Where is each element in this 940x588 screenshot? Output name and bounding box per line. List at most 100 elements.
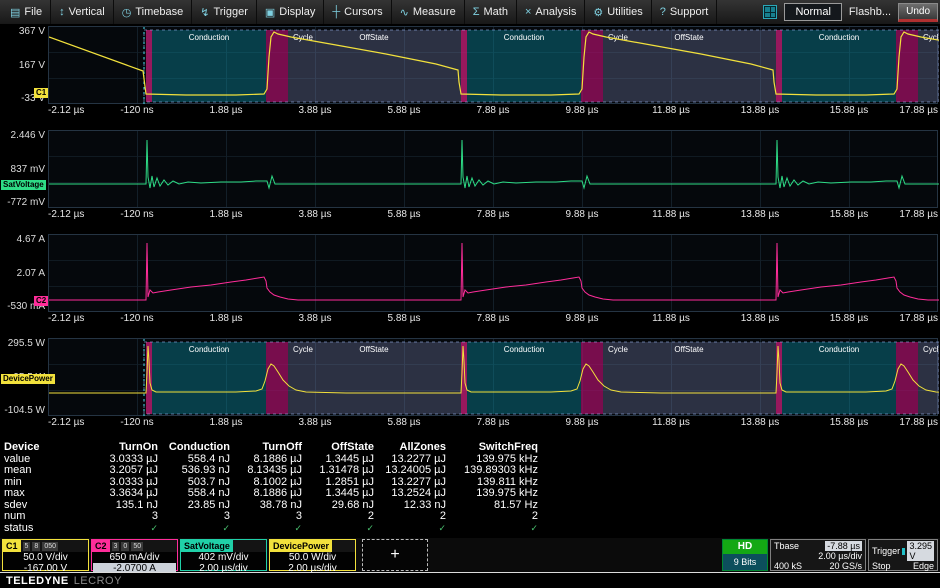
display-mode-dropdown[interactable]: Normal [784, 3, 841, 21]
trigger-icon: ↯ [200, 6, 209, 19]
zone-label: OffState [359, 345, 389, 354]
channel-descriptor-devicepower[interactable]: DevicePower 50.0 W/div 2.00 µs/div [269, 539, 356, 571]
channel-descriptor-satvoltage[interactable]: SatVoltage 402 mV/div 2.00 µs/div [180, 539, 267, 571]
menu-utilities-label: Utilities [607, 6, 642, 18]
measure-row: max3.3634 µJ558.4 nJ8.1886 µJ1.3445 µJ13… [4, 488, 940, 500]
waveform-grid-c1: 367 V 167 V -33 V ConductionCycleOffStat… [0, 26, 940, 118]
menu-measure[interactable]: ∿Measure [392, 0, 465, 24]
x-axis-label: 17.88 µs [899, 209, 938, 220]
x-axis-label: -120 ns [120, 313, 153, 324]
zone-label: Conduction [189, 345, 229, 354]
utilities-icon: ⚙ [593, 6, 603, 19]
menu-timebase[interactable]: ◷Timebase [114, 0, 193, 24]
channel-badge: 5 [23, 542, 31, 551]
plot-c1[interactable]: ConductionCycleOffStateConductionCycleOf… [48, 26, 938, 104]
measure-row-label: status [4, 523, 90, 535]
channel-title: DevicePower [270, 540, 332, 552]
add-trace-button[interactable]: + [362, 539, 428, 571]
measure-cell[interactable]: OffState [306, 442, 378, 454]
measure-cell[interactable]: AllZones [378, 442, 450, 454]
menu-analysis[interactable]: ×Analysis [517, 0, 585, 24]
measure-cell[interactable]: Conduction [162, 442, 234, 454]
menu-trigger[interactable]: ↯Trigger [192, 0, 257, 24]
undo-button[interactable]: Undo [898, 3, 938, 22]
x-axis-label: 11.88 µs [652, 417, 690, 428]
menu-display[interactable]: ▣Display [257, 0, 324, 24]
channel-tag-c2[interactable]: C2 [34, 296, 48, 306]
measure-cell[interactable]: TurnOff [234, 442, 306, 454]
channel-scale: 50.0 V/div [3, 552, 88, 563]
measure-row: mean3.2057 µJ536.93 nJ8.13435 µJ1.31478 … [4, 465, 940, 477]
x-axis-label: 3.88 µs [298, 209, 331, 220]
measure-cell: 3 [90, 511, 162, 523]
channel-tag-devicepower[interactable]: DevicePower [1, 374, 55, 384]
y-axis-label: 367 V [19, 26, 45, 37]
channel-tag-satvoltage[interactable]: SatVoltage [1, 180, 46, 190]
trace-satvoltage[interactable] [49, 140, 939, 188]
hd-mode-box[interactable]: HD 9 Bits [722, 539, 768, 571]
timebase-label: Tbase [774, 541, 799, 551]
measure-cell[interactable]: TurnOn [90, 442, 162, 454]
menu-support[interactable]: ?Support [652, 0, 718, 24]
channel-badge: 8 [32, 542, 40, 551]
measure-row: status✓✓✓✓✓✓ [4, 523, 940, 535]
channel-descriptor-c1[interactable]: C1 5 8 050 50.0 V/div -167.00 V [2, 539, 89, 571]
trigger-box[interactable]: Trigger 3.295 V Stop Edge Neg [868, 539, 938, 571]
x-axis-label: -2.12 µs [48, 209, 84, 220]
plot-devicepower[interactable]: ConductionCycleOffStateConductionCycleOf… [48, 338, 938, 416]
measure-cell: 2 [306, 511, 378, 523]
menu-utilities[interactable]: ⚙ Utilities [585, 0, 651, 24]
timebase-box[interactable]: Tbase -7.88 µs 2.00 µs/div 400 kS 20 GS/… [770, 539, 866, 571]
channel-descriptor-c2[interactable]: C2 3 0 50 650 mA/div -2.0700 A [91, 539, 178, 571]
descriptor-bar: C1 5 8 050 50.0 V/div -167.00 V C2 3 0 5… [0, 538, 940, 572]
x-axis-label: 11.88 µs [652, 105, 690, 116]
menu-file[interactable]: ▤File [2, 0, 51, 24]
menu-bar: ▤File ↕Vertical ◷Timebase ↯Trigger ▣Disp… [0, 0, 940, 25]
trace-c2[interactable] [49, 243, 939, 300]
plot-satvoltage[interactable] [48, 130, 938, 208]
brand-footer: TELEDYNE LECROY [0, 572, 940, 588]
measure-row-label: mean [4, 465, 90, 477]
zone-overlay: ConductionCycleOffStateConductionCycleOf… [144, 339, 939, 417]
trigger-level[interactable]: 3.295 V [907, 541, 934, 561]
x-axis-label: 5.88 µs [387, 105, 420, 116]
timebase-delay[interactable]: -7.88 µs [825, 541, 862, 551]
zone-turnoff [581, 342, 603, 414]
grid-layout-icon[interactable] [763, 5, 777, 19]
x-axis-label: 15.88 µs [830, 105, 869, 116]
x-axis-labels: -2.12 µs-120 ns1.88 µs3.88 µs5.88 µs7.88… [48, 104, 940, 118]
menu-vertical[interactable]: ↕Vertical [51, 0, 114, 24]
x-axis-label: 1.88 µs [209, 209, 242, 220]
measure-cell: 3 [234, 511, 306, 523]
plot-c2[interactable] [48, 234, 938, 312]
vertical-icon: ↕ [59, 6, 65, 18]
trigger-source-icon [902, 548, 905, 555]
measure-cell: 3 [162, 511, 234, 523]
zone-turnon [776, 30, 782, 102]
measure-cell: 536.93 nJ [162, 465, 234, 477]
measure-cell: 81.57 Hz [450, 500, 542, 512]
menu-math[interactable]: ΣMath [465, 0, 517, 24]
flashback-label[interactable]: Flashb... [849, 6, 891, 18]
zone-turnoff [896, 342, 918, 414]
x-axis-label: 9.88 µs [565, 105, 598, 116]
support-icon: ? [660, 6, 666, 18]
x-axis-labels: -2.12 µs-120 ns1.88 µs3.88 µs5.88 µs7.88… [48, 416, 940, 430]
x-axis-label: 5.88 µs [387, 313, 420, 324]
menu-cursors[interactable]: ┼Cursors [324, 0, 391, 24]
y-axis-label: 837 mV [11, 164, 45, 175]
measure-row-label: Device [4, 442, 90, 454]
measure-cell: 3.2057 µJ [90, 465, 162, 477]
measure-cell: 13.2524 µJ [378, 488, 450, 500]
measure-cell: 8.1886 µJ [234, 488, 306, 500]
timebase-rate: 20 GS/s [829, 561, 862, 571]
measure-row: DeviceTurnOnConductionTurnOffOffStateAll… [4, 442, 940, 454]
channel-tag-c1[interactable]: C1 [34, 88, 48, 98]
x-axis-label: -120 ns [120, 209, 153, 220]
cursors-icon: ┼ [332, 6, 340, 18]
channel-badge: 0 [121, 542, 129, 551]
measure-cell[interactable]: SwitchFreq [450, 442, 542, 454]
measure-cell: ✓ [234, 523, 306, 535]
measure-row: num333222 [4, 511, 940, 523]
trigger-type: Edge [913, 561, 934, 571]
